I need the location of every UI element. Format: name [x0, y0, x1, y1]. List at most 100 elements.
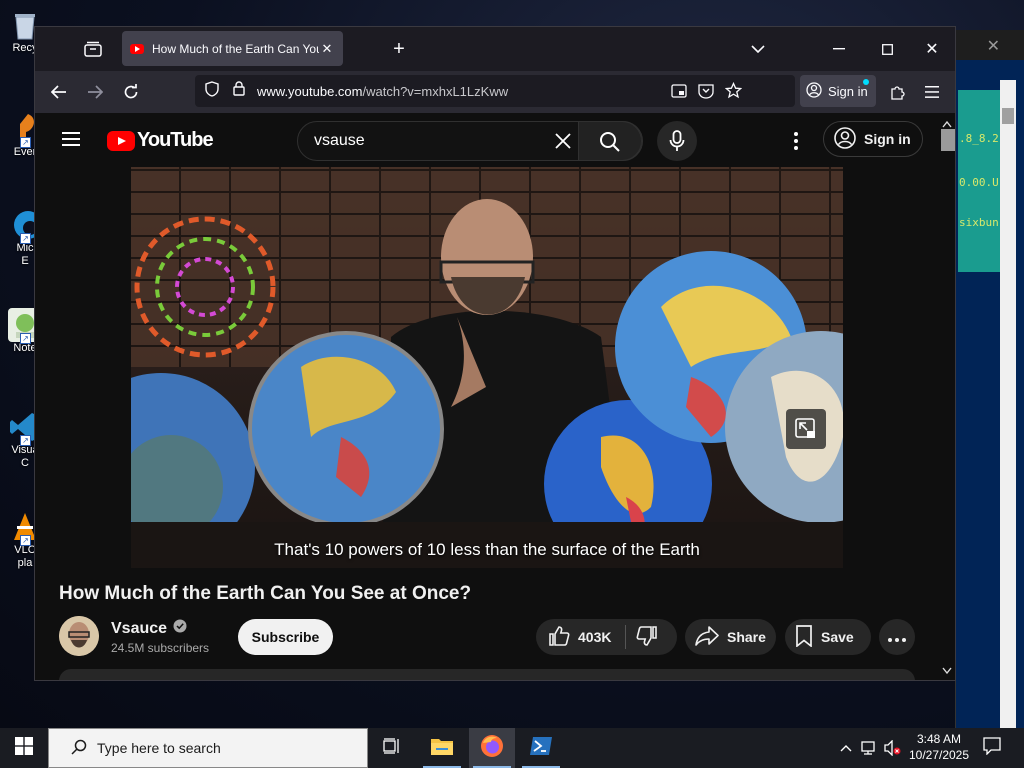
taskbar: Type here to search 3:48 AM 10/27/2025: [0, 728, 1024, 768]
terminal-titlebar[interactable]: ✕: [956, 30, 1024, 60]
system-clock[interactable]: 3:48 AM 10/27/2025: [904, 731, 974, 763]
like-divider: [625, 625, 627, 649]
video-caption: That's 10 powers of 10 less than the sur…: [274, 540, 700, 559]
channel-avatar[interactable]: [59, 616, 99, 656]
task-view-icon: [383, 737, 401, 759]
volume-muted-icon[interactable]: [882, 728, 904, 768]
shortcut-arrow-icon: ↗: [20, 435, 31, 446]
youtube-search-box: [297, 121, 643, 161]
network-icon[interactable]: [858, 728, 882, 768]
save-to-pocket-icon[interactable]: [698, 83, 714, 104]
search-button[interactable]: [578, 121, 642, 161]
task-view-button[interactable]: [369, 728, 415, 768]
page-scrollbar[interactable]: [939, 113, 955, 680]
miniplayer-icon: [795, 418, 817, 445]
reload-icon[interactable]: [119, 80, 143, 104]
like-button[interactable]: 403K: [536, 625, 611, 650]
terminal-line: 0.00.U: [959, 176, 999, 189]
extensions-puzzle-icon[interactable]: [885, 80, 909, 104]
firefox-signin-label: Sign in: [828, 83, 868, 99]
scroll-down-icon[interactable]: [942, 662, 952, 680]
tab-close-icon[interactable]: ✕: [319, 41, 335, 57]
minimize-icon[interactable]: [827, 37, 851, 61]
notification-dot: [863, 79, 869, 85]
youtube-search-input[interactable]: [314, 122, 534, 160]
video-title: How Much of the Earth Can You See at Onc…: [59, 583, 472, 604]
channel-name[interactable]: Vsauce: [111, 619, 187, 638]
youtube-logo[interactable]: YouTube: [107, 129, 214, 152]
clear-search-icon[interactable]: [554, 132, 572, 155]
picture-in-picture-icon[interactable]: [671, 83, 687, 104]
dislike-button[interactable]: [636, 625, 658, 650]
subscribe-button[interactable]: Subscribe: [238, 619, 333, 655]
microphone-icon: [669, 130, 685, 157]
more-actions-button[interactable]: [879, 619, 915, 655]
voice-search-button[interactable]: [657, 121, 697, 161]
video-player[interactable]: That's 10 powers of 10 less than the sur…: [131, 167, 843, 568]
shortcut-arrow-icon: ↗: [20, 233, 31, 244]
shortcut-arrow-icon: ↗: [20, 535, 31, 546]
taskbar-firefox[interactable]: [469, 728, 515, 768]
app-menu-hamburger-icon[interactable]: [920, 80, 944, 104]
taskbar-search-placeholder: Type here to search: [97, 740, 221, 756]
firefox-view-icon[interactable]: [81, 37, 105, 61]
firefox-account-button[interactable]: Sign in: [800, 75, 876, 107]
bookmark-star-icon[interactable]: [724, 81, 743, 104]
tab-title: How Much of the Earth Can You See at Onc…: [152, 41, 319, 56]
url-host: www.youtube.com: [257, 83, 363, 99]
guide-hamburger-icon[interactable]: [59, 127, 83, 151]
youtube-signin-button[interactable]: Sign in: [823, 121, 923, 157]
account-icon: [806, 81, 822, 101]
youtube-header: YouTube vsause Sign in: [35, 113, 939, 167]
terminal-line: .8_8.2: [959, 132, 999, 145]
settings-more-vertical-icon[interactable]: [784, 129, 808, 153]
url-path: /watch?v=mxhxL1LzKww: [362, 83, 509, 99]
terminal-line: sixbun: [959, 216, 999, 229]
notification-icon: [983, 736, 1001, 760]
firefox-icon: [480, 734, 504, 763]
url-text[interactable]: www.youtube.com/watch?v=mxhxL1LzKww: [257, 84, 508, 99]
scrollbar-thumb[interactable]: [941, 129, 955, 151]
background-terminal-window[interactable]: ✕ .8_8.2 0.00.U sixbun: [955, 30, 1024, 760]
youtube-page: YouTube vsause Sign in That's 10 powers …: [35, 113, 955, 680]
shortcut-arrow-icon: ↗: [20, 333, 31, 344]
show-hidden-icons-chevron-up-icon[interactable]: [834, 728, 858, 768]
powershell-icon: [529, 736, 553, 761]
share-arrow-icon: [695, 625, 719, 649]
like-dislike-group: 403K: [536, 619, 677, 655]
search-icon: [71, 739, 87, 758]
search-icon: [599, 131, 621, 158]
taskbar-file-explorer[interactable]: [419, 728, 465, 768]
thumbs-up-icon: [548, 625, 570, 650]
share-button[interactable]: Share: [685, 619, 776, 655]
miniplayer-button[interactable]: [786, 409, 826, 449]
windows-logo-icon: [15, 736, 33, 760]
terminal-close-icon[interactable]: ✕: [987, 38, 1000, 55]
list-tabs-chevron-down-icon[interactable]: [746, 37, 770, 61]
new-tab-icon[interactable]: +: [387, 37, 411, 61]
close-window-icon[interactable]: ✕: [920, 37, 944, 61]
verified-badge-icon: [173, 619, 187, 638]
navigation-toolbar: www.youtube.com/watch?v=mxhxL1LzKww Sign…: [35, 71, 955, 113]
maximize-icon[interactable]: [875, 37, 899, 61]
tab-youtube[interactable]: How Much of the Earth Can You See at Onc…: [122, 31, 343, 66]
start-button[interactable]: [0, 728, 48, 768]
terminal-scrollbar[interactable]: [1000, 80, 1016, 760]
youtube-logo-icon: [107, 130, 135, 151]
lock-icon[interactable]: [233, 81, 245, 101]
save-button[interactable]: Save: [785, 619, 871, 655]
youtube-favicon-icon: [130, 43, 144, 54]
address-bar[interactable]: www.youtube.com/watch?v=mxhxL1LzKww: [195, 75, 795, 107]
description-box[interactable]: [59, 669, 915, 680]
folder-icon: [430, 736, 454, 761]
clock-time: 3:48 AM: [916, 732, 962, 746]
notification-center-button[interactable]: [974, 728, 1010, 768]
back-arrow-icon[interactable]: [47, 80, 71, 104]
taskbar-powershell[interactable]: [518, 728, 564, 768]
video-frame: [131, 199, 843, 568]
forward-arrow-icon[interactable]: [83, 80, 107, 104]
tab-bar: How Much of the Earth Can You See at Onc…: [35, 27, 955, 71]
taskbar-search-box[interactable]: Type here to search: [48, 728, 368, 768]
terminal-scroll-thumb[interactable]: [1002, 108, 1014, 124]
shield-icon[interactable]: [205, 80, 219, 102]
